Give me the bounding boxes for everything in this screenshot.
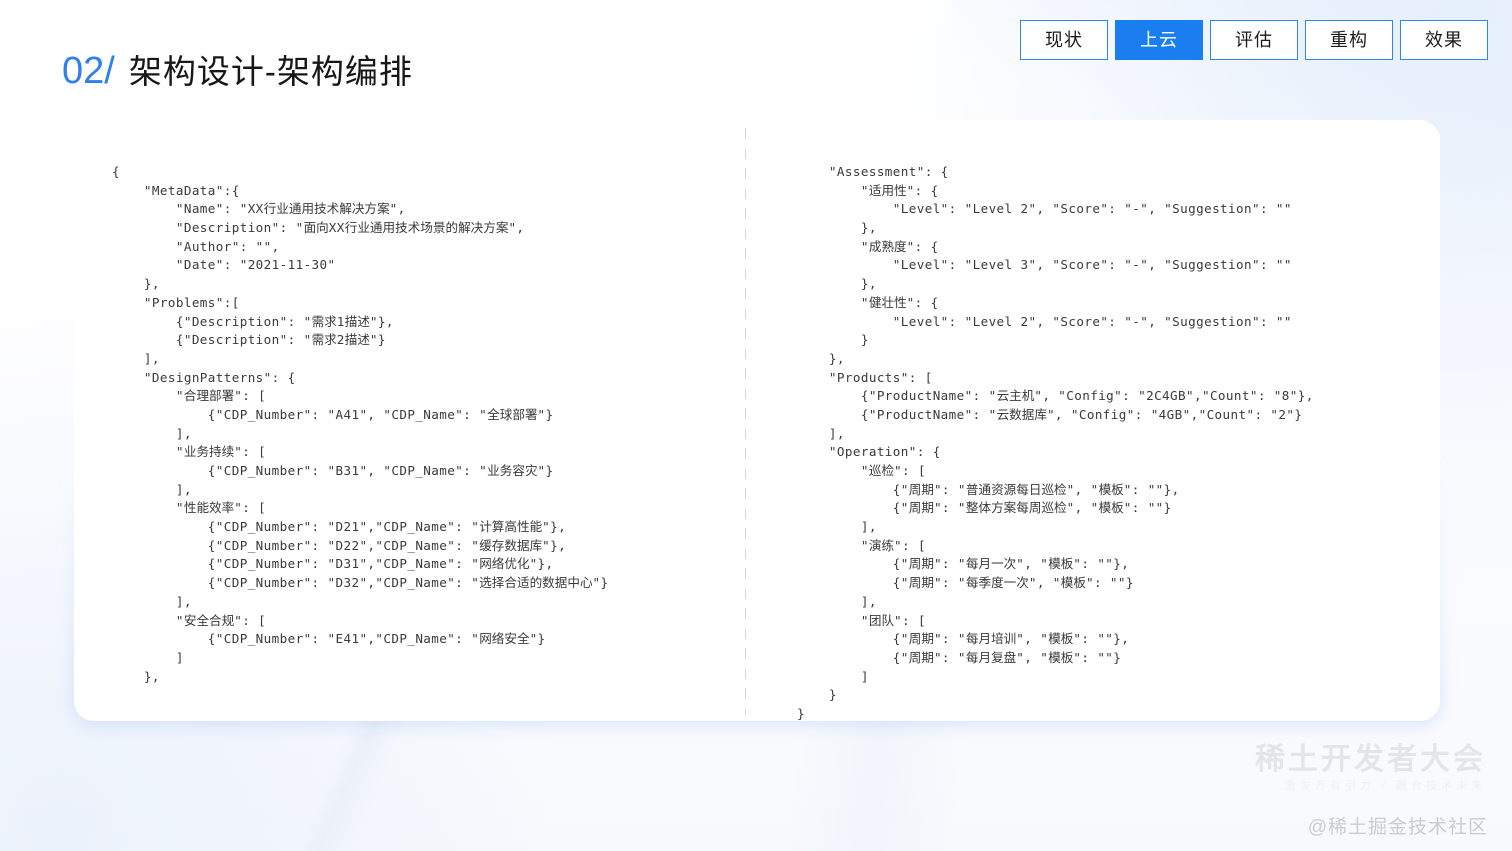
code-line: ],	[112, 350, 160, 366]
code-line: {"CDP_Number": "D22","CDP_Name": "缓存数据库"…	[112, 537, 567, 553]
code-line: "Products": [	[797, 369, 933, 385]
code-line: {"Description": "需求2描述"}	[112, 332, 386, 348]
code-line: {"CDP_Number": "D31","CDP_Name": "网络优化"}…	[112, 556, 554, 572]
nav-button-4[interactable]: 效果	[1400, 20, 1488, 60]
code-line: "Name": "XX行业通用技术解决方案",	[112, 201, 406, 217]
code-line: "合理部署": [	[112, 388, 267, 404]
community-credit-watermark: @稀土掘金技术社区	[1307, 817, 1488, 838]
code-line: },	[797, 220, 877, 236]
code-line: "Author": "",	[112, 238, 280, 254]
section-nav: 现状 上云 评估 重构 效果	[1020, 20, 1488, 60]
column-divider	[745, 128, 746, 716]
code-line: "Level": "Level 3", "Score": "-", "Sugge…	[797, 257, 1292, 273]
code-line: {"周期": "普通资源每日巡检", "模板": ""},	[797, 481, 1180, 497]
code-line: ]	[112, 649, 184, 665]
code-line: ],	[112, 425, 192, 441]
code-line: {"CDP_Number": "B31", "CDP_Name": "业务容灾"…	[112, 463, 554, 478]
nav-button-3[interactable]: 重构	[1305, 20, 1393, 60]
code-line: "性能效率": [	[112, 500, 267, 516]
code-line: },	[112, 668, 160, 684]
code-line: ]	[797, 668, 869, 684]
code-line: {"周期": "每月一次", "模板": ""},	[797, 556, 1130, 572]
code-line: "巡检": [	[797, 463, 926, 478]
code-line: },	[112, 276, 160, 292]
code-line: ],	[797, 519, 877, 535]
code-line: "Date": "2021-11-30"	[112, 257, 336, 273]
code-line: },	[797, 276, 877, 292]
code-line: {"ProductName": "云数据库", "Config": "4GB",…	[797, 406, 1303, 422]
nav-button-1[interactable]: 上云	[1115, 20, 1203, 60]
page-title-text: 架构设计-架构编排	[128, 53, 413, 90]
code-line: }	[797, 332, 869, 348]
code-line: "业务持续": [	[112, 444, 267, 460]
code-line: "适用性": {	[797, 182, 939, 198]
code-line: "演练": [	[797, 537, 926, 553]
code-line: {"ProductName": "云主机", "Config": "2C4GB"…	[797, 388, 1314, 404]
code-line: "Assessment": {	[797, 164, 949, 179]
json-code-left-column: { "MetaData":{ "Name": "XX行业通用技术解决方案", "…	[112, 163, 609, 686]
conference-watermark: 稀土开发者大会 激发万有引力 / 融合技术未来	[1255, 743, 1486, 795]
code-line: {"CDP_Number": "D21","CDP_Name": "计算高性能"…	[112, 519, 567, 535]
code-line: "安全合规": [	[112, 612, 267, 628]
code-line: ],	[112, 481, 192, 497]
code-line: "DesignPatterns": {	[112, 369, 296, 385]
code-line: "MetaData":{	[112, 182, 240, 198]
nav-button-0[interactable]: 现状	[1020, 20, 1108, 60]
code-line: "Level": "Level 2", "Score": "-", "Sugge…	[797, 313, 1292, 329]
code-line: "团队": [	[797, 612, 926, 628]
code-line: "健壮性": {	[797, 294, 939, 310]
code-line: },	[797, 350, 845, 366]
json-code-right-column: "Assessment": { "适用性": { "Level": "Level…	[797, 163, 1314, 724]
conference-watermark-title: 稀土开发者大会	[1255, 743, 1486, 776]
code-line: {"CDP_Number": "A41", "CDP_Name": "全球部署"…	[112, 406, 554, 422]
code-line: ],	[797, 425, 845, 441]
code-line: ],	[797, 593, 877, 609]
page-title-number: 02/	[62, 50, 115, 92]
code-line: {"CDP_Number": "E41","CDP_Name": "网络安全"}	[112, 631, 546, 647]
code-line: "成熟度": {	[797, 238, 939, 254]
code-line: "Description": "面向XX行业通用技术场景的解决方案",	[112, 220, 525, 236]
page-title: 02/ 架构设计-架构编排	[62, 45, 413, 93]
nav-button-2[interactable]: 评估	[1210, 20, 1298, 60]
code-line: ],	[112, 593, 192, 609]
code-line: "Problems":[	[112, 294, 240, 310]
code-line: {"周期": "整体方案每周巡检", "模板": ""}	[797, 500, 1172, 516]
code-line: {"Description": "需求1描述"},	[112, 313, 394, 329]
conference-watermark-subtitle: 激发万有引力 / 融合技术未来	[1284, 780, 1486, 792]
code-line: {"周期": "每月培训", "模板": ""},	[797, 631, 1130, 647]
code-line: {	[112, 164, 120, 179]
code-line: "Operation": {	[797, 444, 941, 460]
code-line: {"周期": "每月复盘", "模板": ""}	[797, 649, 1122, 665]
code-line: {"周期": "每季度一次", "模板": ""}	[797, 575, 1134, 591]
code-line: }	[797, 705, 805, 721]
code-line: "Level": "Level 2", "Score": "-", "Sugge…	[797, 201, 1292, 217]
code-line: {"CDP_Number": "D32","CDP_Name": "选择合适的数…	[112, 575, 609, 591]
code-line: }	[797, 687, 837, 703]
